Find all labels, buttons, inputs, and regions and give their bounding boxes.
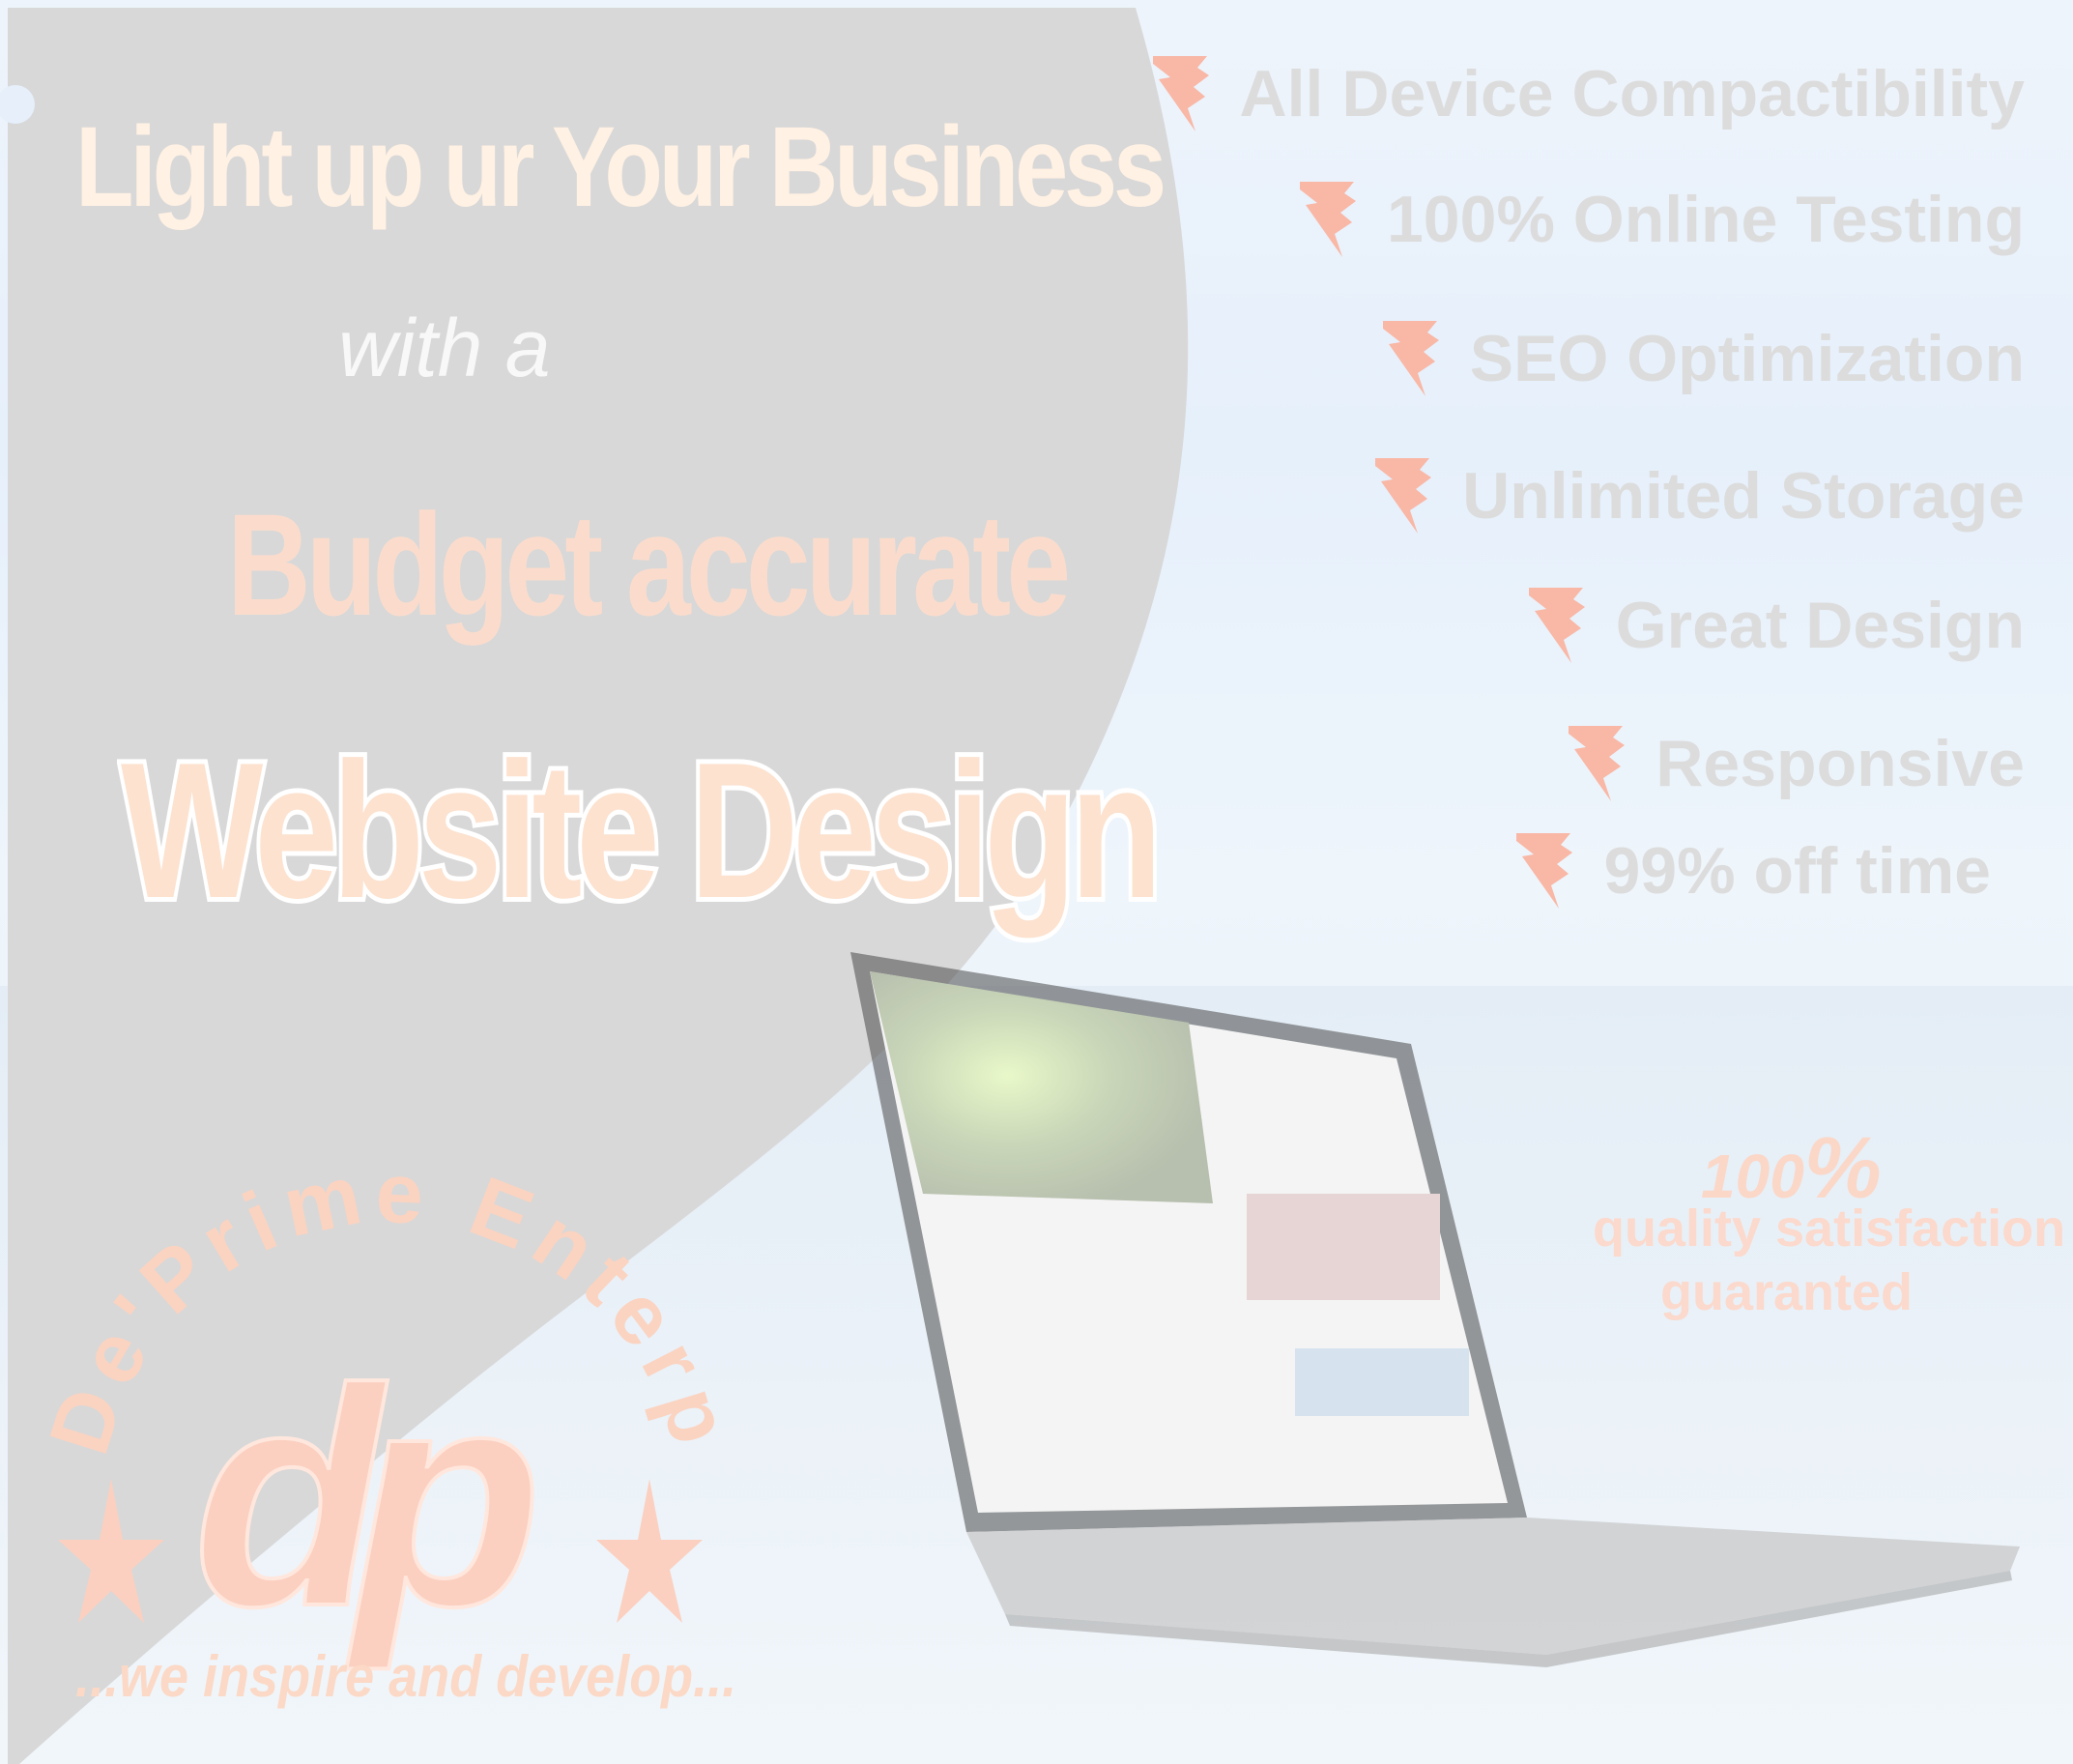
headline-budget: Budget accurate <box>227 483 1071 646</box>
feature-label: Unlimited Storage <box>1462 459 2025 533</box>
lightning-icon <box>1373 456 1433 535</box>
logo-slogan: ...we inspire and develop... <box>75 1644 737 1709</box>
feature-item: All Device Compactibility <box>1151 50 2025 137</box>
feature-label: 100% Online Testing <box>1386 183 2025 256</box>
feature-item: Responsive <box>1567 720 2025 807</box>
feature-item: SEO Optimization <box>1381 315 2025 402</box>
feature-item: Great Design <box>1527 582 2025 669</box>
lightning-icon <box>1514 831 1574 911</box>
feature-label: Great Design <box>1615 589 2025 662</box>
feature-item: Unlimited Storage <box>1373 452 2025 539</box>
headline-title: Light up ur Your Business <box>75 103 1166 231</box>
feature-label: 99% off time <box>1603 834 1991 908</box>
lightning-icon <box>1567 724 1627 803</box>
banner: De'Prime Enterprise dp Light up ur Your … <box>0 0 2073 1764</box>
feature-item: 100% Online Testing <box>1298 176 2025 263</box>
guarantee-line2: guaranted <box>1660 1263 1914 1321</box>
guarantee-line1: quality satisfaction <box>1593 1200 2066 1258</box>
feature-label: All Device Compactibility <box>1239 57 2025 130</box>
logo-monogram: dp <box>193 1324 536 1672</box>
headline-website-design: Website Design <box>117 718 1166 943</box>
lightning-icon <box>1527 586 1587 665</box>
lightning-icon <box>1298 180 1358 259</box>
feature-label: Responsive <box>1656 727 2025 800</box>
feature-item: 99% off time <box>1514 827 1991 914</box>
headline-subtitle: with a <box>338 303 551 393</box>
lightning-icon <box>1381 319 1441 398</box>
lightning-icon <box>1151 54 1211 133</box>
feature-label: SEO Optimization <box>1469 322 2025 395</box>
